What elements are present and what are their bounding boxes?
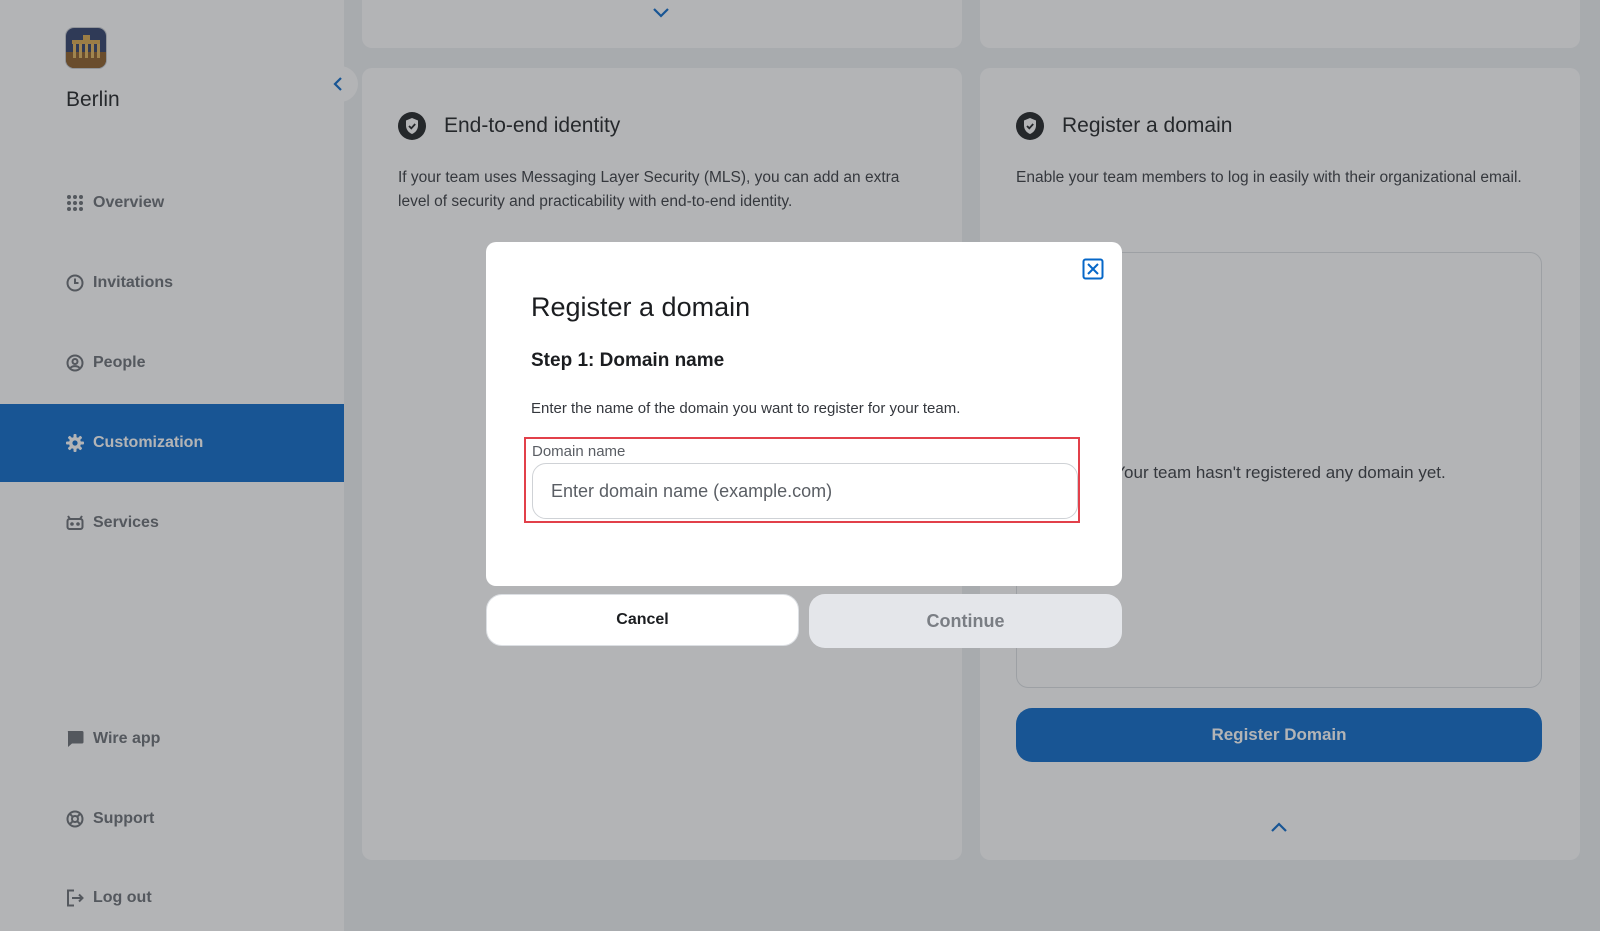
domain-name-input[interactable] xyxy=(532,463,1078,519)
cancel-button[interactable]: Cancel xyxy=(486,594,799,646)
register-domain-modal: Register a domain Step 1: Domain name En… xyxy=(486,242,1122,586)
close-icon xyxy=(1082,258,1104,280)
modal-title: Register a domain xyxy=(531,292,751,322)
domain-name-field-highlight: Domain name xyxy=(524,437,1080,523)
modal-description: Enter the name of the domain you want to… xyxy=(531,400,961,417)
modal-step: Step 1: Domain name xyxy=(531,350,725,371)
domain-name-label: Domain name xyxy=(532,443,626,460)
close-button[interactable] xyxy=(1082,258,1104,280)
continue-button[interactable]: Continue xyxy=(809,594,1122,648)
